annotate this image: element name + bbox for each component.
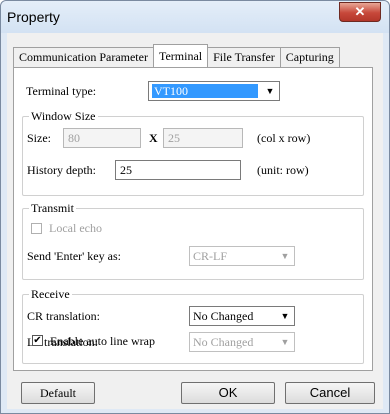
cancel-button[interactable]: Cancel: [285, 382, 375, 404]
receive-legend: Receive: [29, 287, 72, 302]
terminal-type-value: VT100: [152, 84, 258, 98]
history-depth-value: 25: [120, 163, 132, 177]
cr-translation-select[interactable]: No Changed ▼: [189, 306, 295, 326]
size-units-label: (col x row): [257, 131, 311, 145]
close-button[interactable]: ✕: [339, 2, 381, 22]
cr-translation-label: CR translation:: [27, 309, 100, 323]
history-units-label: (unit: row): [257, 163, 309, 177]
terminal-tab-panel: Terminal type: VT100 ▼ Window Size Size:…: [13, 67, 373, 371]
lf-translation-value: No Changed: [193, 335, 254, 349]
window-title: Property: [7, 9, 60, 25]
cols-field[interactable]: 80: [63, 128, 141, 148]
rows-value: 25: [168, 131, 180, 145]
size-label: Size:: [27, 131, 51, 145]
chevron-down-icon: ▼: [280, 337, 290, 347]
default-button[interactable]: Default: [21, 382, 95, 404]
window-size-legend: Window Size: [29, 109, 98, 124]
local-echo-label: Local echo: [49, 221, 102, 235]
check-icon: ✔: [33, 335, 42, 346]
chevron-down-icon: ▼: [280, 311, 290, 321]
window-size-group: Window Size Size: 80 X 25 (col x row) Hi…: [22, 109, 364, 196]
terminal-type-select[interactable]: VT100 ▼: [148, 81, 280, 101]
dialog-client: Communication Parameter Terminal File Tr…: [7, 33, 383, 409]
property-dialog: Property ✕ Communication Parameter Termi…: [0, 0, 390, 414]
auto-line-wrap-label: Enable auto line wrap: [50, 334, 155, 348]
tab-strip: Communication Parameter Terminal File Tr…: [13, 44, 340, 67]
tab-file-transfer[interactable]: File Transfer: [207, 47, 281, 67]
transmit-legend: Transmit: [29, 201, 76, 216]
size-x-label: X: [149, 131, 158, 145]
local-echo-checkbox[interactable]: [31, 223, 42, 234]
tab-terminal[interactable]: Terminal: [152, 44, 209, 67]
cr-translation-value: No Changed: [193, 309, 254, 323]
history-depth-field[interactable]: 25: [115, 160, 241, 180]
cols-value: 80: [68, 131, 80, 145]
lf-translation-select[interactable]: No Changed ▼: [189, 332, 295, 352]
terminal-type-label: Terminal type:: [26, 84, 97, 98]
tab-communication-parameter[interactable]: Communication Parameter: [13, 47, 154, 67]
send-enter-value: CR-LF: [193, 249, 228, 263]
history-depth-label: History depth:: [27, 163, 96, 177]
chevron-down-icon: ▼: [265, 86, 275, 96]
chevron-down-icon: ▼: [280, 251, 290, 261]
tab-capturing[interactable]: Capturing: [279, 47, 340, 67]
send-enter-label: Send 'Enter' key as:: [27, 249, 121, 263]
receive-group: Receive CR translation: No Changed ▼ LF …: [22, 287, 364, 364]
ok-button[interactable]: OK: [181, 382, 275, 404]
title-bar[interactable]: Property ✕: [1, 1, 389, 33]
close-icon: ✕: [354, 4, 366, 19]
send-enter-select[interactable]: CR-LF ▼: [189, 246, 295, 266]
transmit-group: Transmit Local echo Send 'Enter' key as:…: [22, 201, 364, 280]
auto-line-wrap-checkbox[interactable]: ✔: [32, 335, 43, 346]
rows-field[interactable]: 25: [163, 128, 243, 148]
